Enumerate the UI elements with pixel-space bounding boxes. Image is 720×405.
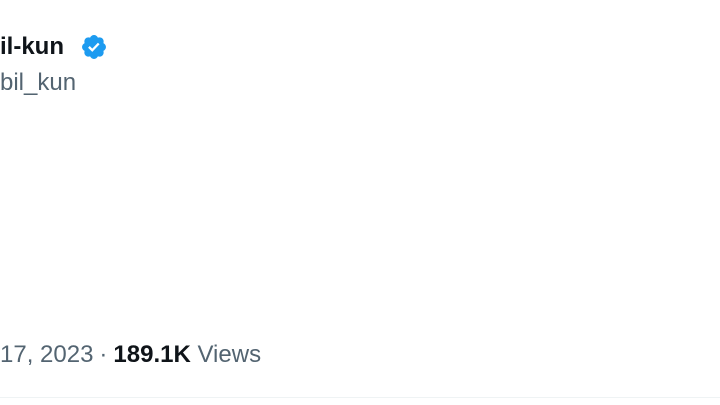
- meta-separator: ·: [99, 341, 108, 368]
- author-handle[interactable]: bil_kun: [0, 66, 76, 100]
- divider: [0, 397, 720, 398]
- views-label[interactable]: Views: [197, 341, 261, 368]
- tweet-detail-view: il-kun bil_kun 17, 2023 · 189.1K Views: [0, 0, 720, 405]
- author-display-name[interactable]: il-kun: [0, 30, 64, 64]
- tweet-meta-row: 17, 2023 · 189.1K Views: [0, 338, 261, 372]
- views-count[interactable]: 189.1K: [113, 341, 190, 368]
- tweet-date[interactable]: 17, 2023: [0, 341, 93, 368]
- verified-badge-icon[interactable]: [80, 33, 108, 61]
